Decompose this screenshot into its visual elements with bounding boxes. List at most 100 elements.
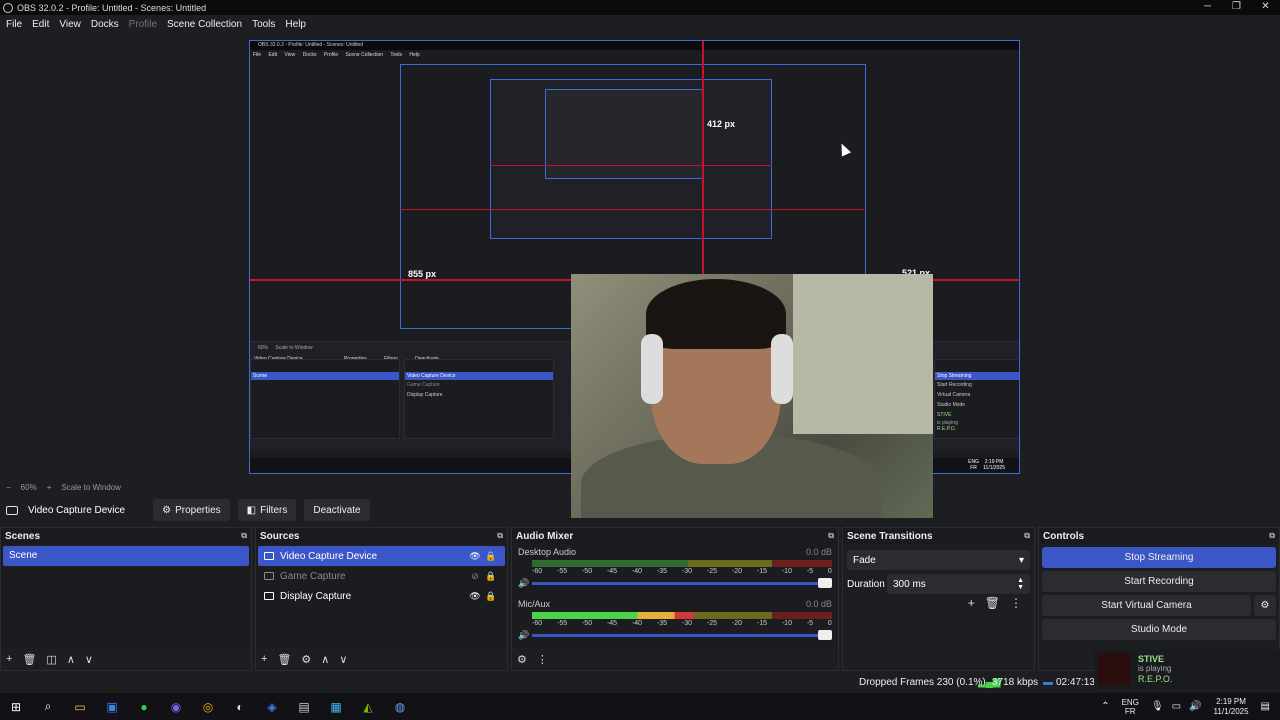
speaker-icon[interactable]: 🔊 — [518, 630, 532, 641]
volume-icon[interactable]: 🔊 — [1189, 701, 1201, 712]
scene-transitions-title: Scene Transitions — [847, 530, 933, 542]
scene-filters-button[interactable]: ◫ — [46, 653, 56, 666]
sources-dock: Sources ⧉ Video Capture Device 👁 🔒 Game … — [255, 527, 508, 671]
file-explorer-icon[interactable]: ▭ — [69, 698, 91, 716]
lock-icon[interactable]: 🔒 — [483, 551, 499, 562]
menu-view[interactable]: View — [59, 19, 81, 30]
gear-icon: ⚙ — [162, 504, 172, 516]
move-source-up-button[interactable]: ∧ — [321, 653, 329, 666]
close-button[interactable]: ✕ — [1251, 0, 1280, 15]
studio-mode-button[interactable]: Studio Mode — [1042, 619, 1276, 640]
eye-icon[interactable]: 👁 — [467, 551, 483, 562]
volume-fader[interactable]: 🔊 — [518, 630, 832, 641]
start-recording-button[interactable]: Start Recording — [1042, 571, 1276, 592]
streaming-icon: ▬ — [1043, 677, 1053, 688]
menu-file[interactable]: File — [6, 19, 22, 30]
nested-source-item: Game Capture — [407, 382, 440, 388]
steam-icon[interactable]: ◍ — [389, 698, 411, 716]
undock-icon[interactable]: ⧉ — [241, 531, 247, 541]
clock[interactable]: 2:19 PM 11/1/2025 — [1214, 697, 1249, 717]
scenes-dock: Scenes ⧉ Scene + 🗑 ◫ ∧ ∨ — [0, 527, 252, 671]
transition-menu-button[interactable]: ⋮ — [1010, 596, 1022, 610]
minimize-button[interactable]: ─ — [1193, 0, 1222, 15]
menu-profile[interactable]: Profile — [129, 19, 157, 30]
audio-mixer-channels: Desktop Audio 0.0 dB -60 -55 -50 -45 -40 -35-… — [512, 544, 838, 648]
windows-start-icon[interactable]: ⊞ — [5, 698, 27, 716]
meter-scale-tick: -20 — [731, 568, 742, 575]
network-icon[interactable]: ▭ — [1172, 701, 1181, 712]
meter-scale-tick: -45 — [606, 620, 618, 627]
system-tray: ⌃ ENG FR 🎙 ▭ 🔊 2:19 PM 11/1/2025 ▤ — [1097, 693, 1280, 720]
move-source-down-button[interactable]: ∨ — [339, 653, 347, 666]
source-item-display-capture[interactable]: Display Capture 👁 🔒 — [258, 586, 505, 606]
lock-icon[interactable]: 🔒 — [483, 571, 499, 582]
steam-notification[interactable]: STIVE is playing R.E.P.O. — [1094, 649, 1280, 689]
app-icon[interactable]: ◈ — [261, 698, 283, 716]
maximize-button[interactable]: ❐ — [1222, 0, 1251, 15]
scale-mode[interactable]: Scale to Window — [61, 483, 121, 492]
remove-source-button[interactable]: 🗑 — [277, 653, 291, 666]
eye-off-icon[interactable]: ⊘ — [467, 571, 483, 582]
filters-button[interactable]: ◧ Filters — [237, 499, 297, 521]
chrome-icon[interactable]: ◎ — [197, 698, 219, 716]
spin-arrows-icon[interactable]: ▲ ▼ — [1017, 577, 1024, 591]
audio-mixer-header: Audio Mixer ⧉ — [512, 528, 838, 544]
tray-chevron-up-icon[interactable]: ⌃ — [1101, 701, 1109, 712]
duration-input[interactable]: 300 ms ▲ ▼ — [887, 574, 1030, 594]
fader-track[interactable] — [532, 630, 832, 640]
audio-mixer-title: Audio Mixer — [516, 530, 574, 542]
filter-icon: ◧ — [246, 504, 257, 516]
remove-scene-button[interactable]: 🗑 — [22, 653, 36, 666]
search-icon[interactable]: ⌕ — [37, 698, 59, 716]
fader-handle[interactable] — [818, 630, 832, 640]
undock-icon[interactable]: ⧉ — [1024, 531, 1030, 541]
app-icon-3[interactable]: ▦ — [325, 698, 347, 716]
add-source-button[interactable]: + — [261, 653, 267, 665]
fader-handle[interactable] — [818, 578, 832, 588]
move-scene-down-button[interactable]: ∨ — [85, 653, 93, 666]
zoom-in-button[interactable]: + — [47, 483, 52, 492]
undock-icon[interactable]: ⧉ — [1269, 531, 1275, 541]
undock-icon[interactable]: ⧉ — [828, 531, 834, 541]
undock-icon[interactable]: ⧉ — [497, 531, 503, 541]
lock-icon[interactable]: 🔒 — [483, 591, 499, 602]
notifications-icon[interactable]: ▤ — [1261, 701, 1270, 712]
scene-item[interactable]: Scene — [3, 546, 249, 566]
discord-icon[interactable]: ◉ — [165, 698, 187, 716]
menu-scene-collection[interactable]: Scene Collection — [167, 19, 242, 30]
add-transition-button[interactable]: + — [968, 596, 975, 610]
deactivate-button[interactable]: Deactivate — [304, 499, 370, 521]
remove-transition-button[interactable]: 🗑 — [985, 596, 1000, 610]
eye-icon[interactable]: 👁 — [467, 591, 483, 602]
move-scene-up-button[interactable]: ∧ — [67, 653, 75, 666]
menu-tools[interactable]: Tools — [252, 19, 275, 30]
mixer-menu-button[interactable]: ⋮ — [537, 653, 548, 666]
window-titlebar: OBS 32.0.2 - Profile: Untitled - Scenes:… — [0, 0, 1280, 15]
app-icon-2[interactable]: ▤ — [293, 698, 315, 716]
menu-edit[interactable]: Edit — [32, 19, 49, 30]
menu-bar: File Edit View Docks Profile Scene Colle… — [0, 15, 1280, 34]
menu-help[interactable]: Help — [285, 19, 306, 30]
source-item-game-capture[interactable]: Game Capture ⊘ 🔒 — [258, 566, 505, 586]
virtual-camera-settings-gear-icon[interactable]: ⚙ — [1254, 595, 1276, 616]
obs-icon[interactable]: ◐ — [229, 698, 251, 716]
store-icon[interactable]: ▣ — [101, 698, 123, 716]
nested-source-item: Display Capture — [407, 392, 443, 398]
speaker-icon[interactable]: 🔊 — [518, 578, 532, 589]
source-properties-button[interactable]: ⚙ — [301, 653, 311, 666]
volume-fader[interactable]: 🔊 — [518, 578, 832, 589]
transition-select[interactable]: Fade ▾ — [847, 550, 1030, 570]
add-scene-button[interactable]: + — [6, 653, 12, 665]
source-item-video-capture[interactable]: Video Capture Device 👁 🔒 — [258, 546, 505, 566]
start-virtual-camera-button[interactable]: Start Virtual Camera — [1042, 595, 1251, 616]
stop-streaming-button[interactable]: Stop Streaming — [1042, 547, 1276, 568]
properties-button[interactable]: ⚙ Properties — [153, 499, 230, 521]
language-indicator[interactable]: ENG FR — [1122, 698, 1139, 716]
advanced-audio-button[interactable]: ⚙ — [517, 653, 527, 666]
zoom-out-button[interactable]: − — [6, 483, 11, 492]
menu-docks[interactable]: Docks — [91, 19, 119, 30]
microphone-icon[interactable]: 🎙 — [1151, 701, 1164, 712]
fader-track[interactable] — [532, 578, 832, 588]
nvidia-icon[interactable]: ◭ — [357, 698, 379, 716]
spotify-icon[interactable]: ● — [133, 698, 155, 716]
